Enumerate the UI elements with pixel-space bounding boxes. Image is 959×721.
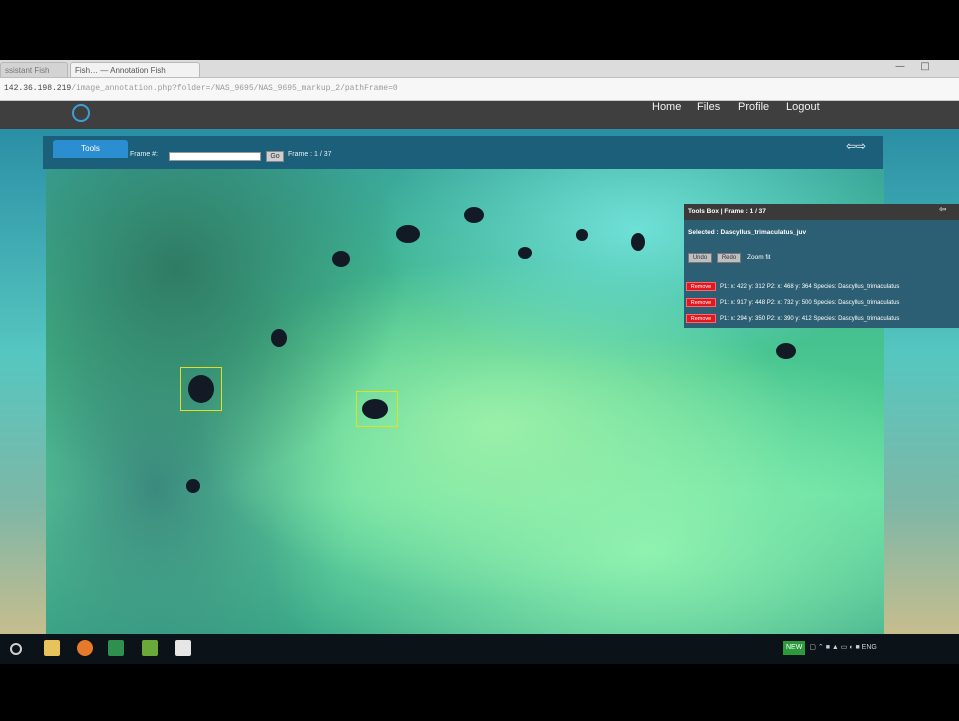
tray-icons[interactable]: ▢ ⌃ ■ ▲ ▭ ◐ ■ xyxy=(809,644,861,651)
nav-home[interactable]: Home xyxy=(652,101,681,129)
go-button[interactable]: Go xyxy=(266,151,284,162)
search-icon[interactable] xyxy=(10,643,22,655)
annotation-row: Remove P1: x: 917 y: 448 P2: x: 732 y: 50… xyxy=(686,297,959,309)
system-tray: NEW ▢ ⌃ ■ ▲ ▭ ◐ ■ ENG xyxy=(783,641,877,655)
tray-highlight-badge[interactable]: NEW xyxy=(783,641,806,655)
remove-button[interactable]: Remove xyxy=(686,281,716,291)
frame-count: Frame : 1 / 37 xyxy=(288,151,332,158)
annotation-text: P1: x: 422 y: 312 P2: x: 468 y: 364 Spec… xyxy=(720,284,900,290)
nav-profile[interactable]: Profile xyxy=(738,101,769,129)
fish xyxy=(396,225,420,243)
site-logo-icon[interactable] xyxy=(72,104,90,122)
tray-language[interactable]: ENG xyxy=(862,644,877,651)
annotation-bounding-box[interactable] xyxy=(356,391,398,427)
fish xyxy=(776,343,796,359)
url-path: /image_annotation.php?folder=/NAS_9695/N… xyxy=(71,84,398,93)
annotation-text: P1: x: 917 y: 448 P2: x: 732 y: 500 Spec… xyxy=(720,300,900,306)
nav-files[interactable]: Files xyxy=(697,101,720,129)
fish xyxy=(631,233,645,251)
browser-icon[interactable] xyxy=(77,640,93,656)
annotation-text: P1: x: 294 y: 350 P2: x: 390 y: 412 Spec… xyxy=(720,316,900,322)
remove-button[interactable]: Remove xyxy=(686,313,716,323)
url-field[interactable]: 142.36.198.219/image_annotation.php?fold… xyxy=(4,81,894,97)
collapse-arrow-icon[interactable]: ⇦ xyxy=(939,205,947,215)
minimize-icon[interactable]: — xyxy=(890,60,910,74)
browser-tab[interactable]: ssistant Fish xyxy=(0,62,68,77)
frame-input[interactable] xyxy=(169,152,261,161)
app-icon[interactable] xyxy=(175,640,191,656)
tools-box-header: Tools Box | Frame : 1 / 37 xyxy=(684,204,959,220)
annotation-row: Remove P1: x: 422 y: 312 P2: x: 468 y: 36… xyxy=(686,281,959,293)
tools-tab[interactable]: Tools xyxy=(53,140,128,158)
fish xyxy=(271,329,287,347)
browser-tab-active[interactable]: Fish… — Annotation Fish xyxy=(70,62,200,77)
fish xyxy=(576,229,588,241)
file-explorer-icon[interactable] xyxy=(44,640,60,656)
tools-box xyxy=(684,204,959,328)
fish xyxy=(186,479,200,493)
app-icon[interactable] xyxy=(108,640,124,656)
frame-nav-arrows-icon[interactable]: ⇦⇨ xyxy=(846,139,866,153)
zoom-fit-label[interactable]: Zoom fit xyxy=(747,254,770,261)
remove-button[interactable]: Remove xyxy=(686,297,716,307)
fish xyxy=(464,207,484,223)
selected-species: Selected : Dascyllus_trimaculatus_juv xyxy=(688,229,807,236)
fish xyxy=(332,251,350,267)
maximize-icon[interactable]: □ xyxy=(915,60,935,74)
frame-label: Frame #: xyxy=(130,151,159,158)
fish xyxy=(518,247,532,259)
url-host: 142.36.198.219 xyxy=(4,84,72,93)
annotation-bounding-box[interactable] xyxy=(180,367,222,411)
redo-button[interactable]: Redo xyxy=(717,253,741,263)
undo-button[interactable]: Undo xyxy=(688,253,712,263)
nav-logout[interactable]: Logout xyxy=(786,101,820,129)
app-icon[interactable] xyxy=(142,640,158,656)
annotation-row: Remove P1: x: 294 y: 350 P2: x: 390 y: 41… xyxy=(686,313,959,325)
